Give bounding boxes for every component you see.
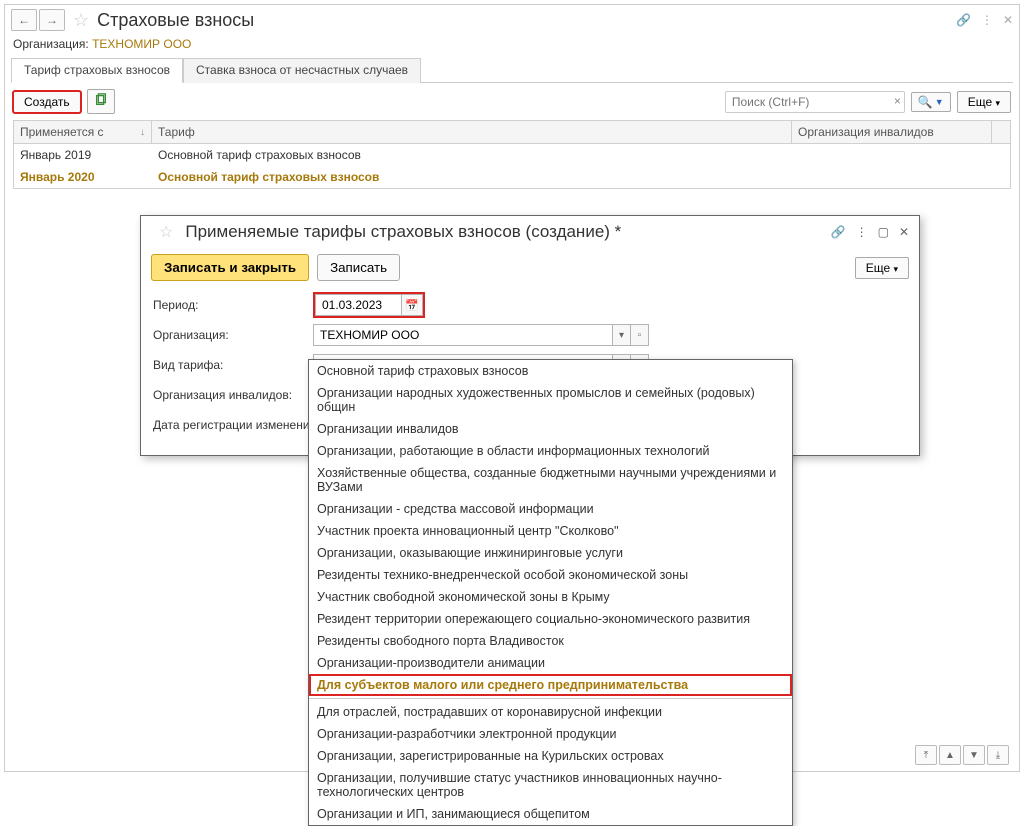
grid: Применяется с ↓ Тариф Организация инвалид… xyxy=(13,120,1011,189)
dropdown-item[interactable]: Организации, оказывающие инжиниринговые … xyxy=(309,542,792,564)
search-menu-button[interactable]: 🔍 ▼ xyxy=(911,92,951,112)
dropdown-item[interactable]: Организации народных художественных пром… xyxy=(309,382,792,418)
org-input[interactable] xyxy=(313,324,613,346)
open-ref-icon[interactable]: ▫ xyxy=(631,324,649,346)
back-button[interactable]: ← xyxy=(11,9,37,31)
dialog-title: Применяемые тарифы страховых взносов (со… xyxy=(185,222,621,242)
maximize-icon[interactable]: ▢ xyxy=(878,225,889,239)
dropdown-item[interactable]: Организации, зарегистрированные на Курил… xyxy=(309,745,792,767)
sort-icon[interactable]: ↓ xyxy=(140,127,145,138)
col-applied-from[interactable]: Применяется с xyxy=(20,125,104,139)
org-label: Организация: xyxy=(13,37,89,51)
dropdown-item[interactable]: Для субъектов малого или среднего предпр… xyxy=(309,674,792,696)
scroll-top-icon[interactable]: ⤒ xyxy=(915,745,937,765)
period-input[interactable] xyxy=(315,294,401,316)
tab-tariff[interactable]: Тариф страховых взносов xyxy=(11,58,183,83)
disabled-org-label: Организация инвалидов: xyxy=(153,388,313,402)
dropdown-item[interactable]: Участник проекта инновационный центр "Ск… xyxy=(309,520,792,542)
calendar-icon[interactable]: 📅 xyxy=(401,294,423,316)
scroll-down-icon[interactable]: ▼ xyxy=(963,745,985,765)
link-icon[interactable]: 🔗 xyxy=(831,225,846,239)
dropdown-item[interactable]: Организации инвалидов xyxy=(309,418,792,440)
link-icon[interactable]: 🔗 xyxy=(956,13,971,27)
kebab-icon[interactable]: ⋮ xyxy=(856,225,868,239)
dropdown-item[interactable]: Участник свободной экономической зоны в … xyxy=(309,586,792,608)
page-title: Страховые взносы xyxy=(97,10,254,31)
dropdown-item[interactable]: Организации-разработчики электронной про… xyxy=(309,723,792,745)
table-row[interactable]: Январь 2020 Основной тариф страховых взн… xyxy=(14,166,1010,188)
favorite-icon[interactable]: ☆ xyxy=(73,10,89,31)
copy-icon xyxy=(94,93,108,107)
clear-search-icon[interactable]: × xyxy=(894,94,901,108)
dropdown-item[interactable]: Организации - средства массовой информац… xyxy=(309,498,792,520)
dropdown-item[interactable]: Для отраслей, пострадавших от коронавиру… xyxy=(309,701,792,723)
tariff-type-label: Вид тарифа: xyxy=(153,358,313,372)
save-button[interactable]: Записать xyxy=(317,254,400,281)
dropdown-item[interactable]: Хозяйственные общества, созданные бюджет… xyxy=(309,462,792,498)
favorite-icon[interactable]: ☆ xyxy=(159,222,173,242)
org-link[interactable]: ТЕХНОМИР ООО xyxy=(92,37,191,51)
dropdown-item[interactable]: Основной тариф страховых взносов xyxy=(309,360,792,382)
tabs: Тариф страховых взносов Ставка взноса от… xyxy=(11,57,1013,83)
save-close-button[interactable]: Записать и закрыть xyxy=(151,254,309,281)
org-label: Организация: xyxy=(153,328,313,342)
tab-accident-rate[interactable]: Ставка взноса от несчастных случаев xyxy=(183,58,421,83)
table-row[interactable]: Январь 2019 Основной тариф страховых взн… xyxy=(14,144,1010,166)
copy-button[interactable] xyxy=(87,89,115,114)
create-button[interactable]: Создать xyxy=(13,91,81,113)
scroll-bottom-icon[interactable]: ⤓ xyxy=(987,745,1009,765)
dropdown-item[interactable]: Организации, получившие статус участнико… xyxy=(309,767,792,803)
forward-button[interactable]: → xyxy=(39,9,65,31)
dropdown-item[interactable]: Резидент территории опережающего социаль… xyxy=(309,608,792,630)
dropdown-item[interactable]: Резиденты технико-внедренческой особой э… xyxy=(309,564,792,586)
dropdown-item[interactable]: Резиденты свободного порта Владивосток xyxy=(309,630,792,652)
regdate-label: Дата регистрации изменений: xyxy=(153,418,328,432)
dialog-more-button[interactable]: Еще ▾ xyxy=(855,257,909,279)
dropdown-item[interactable]: Организации и ИП, занимающиеся общепитом xyxy=(309,803,792,825)
close-icon[interactable]: ✕ xyxy=(1003,13,1013,27)
period-label: Период: xyxy=(153,298,313,312)
col-disabled-org[interactable]: Организация инвалидов xyxy=(792,121,992,143)
kebab-icon[interactable]: ⋮ xyxy=(981,13,993,27)
chevron-down-icon[interactable]: ▾ xyxy=(613,324,631,346)
tariff-type-dropdown: Основной тариф страховых взносовОрганиза… xyxy=(308,359,793,826)
close-icon[interactable]: ✕ xyxy=(899,225,909,239)
dropdown-item[interactable]: Организации-производители анимации xyxy=(309,652,792,674)
search-input[interactable] xyxy=(725,91,905,113)
col-tariff[interactable]: Тариф xyxy=(152,121,792,143)
scroll-up-icon[interactable]: ▲ xyxy=(939,745,961,765)
dropdown-item[interactable]: Организации, работающие в области информ… xyxy=(309,440,792,462)
more-button[interactable]: Еще ▾ xyxy=(957,91,1011,113)
